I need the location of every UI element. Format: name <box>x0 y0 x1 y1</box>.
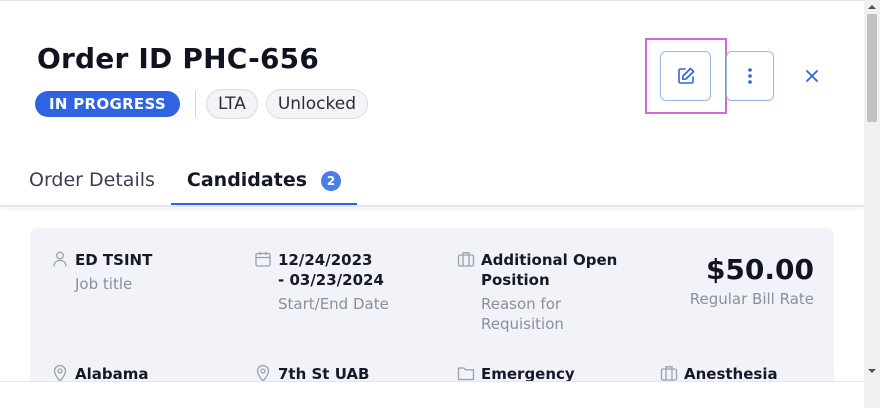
location-pin-icon <box>53 364 67 382</box>
edit-button[interactable] <box>660 51 711 101</box>
close-button[interactable] <box>797 61 827 91</box>
date-range-label: Start/End Date <box>278 295 389 313</box>
person-icon <box>53 251 67 267</box>
lock-status-chip: Unlocked <box>265 89 369 119</box>
job-title-field: ED TSINT Job title <box>51 250 231 296</box>
location-pin-icon <box>256 364 270 382</box>
status-badges: IN PROGRESS LTA Unlocked <box>35 89 376 119</box>
footer-area <box>0 381 864 408</box>
calendar-icon <box>255 251 271 267</box>
job-title-label: Job title <box>75 275 133 293</box>
scroll-up-arrow-icon[interactable] <box>864 0 880 14</box>
tab-divider <box>0 205 864 207</box>
reason-field: Additional Open Position Reason for Requ… <box>457 250 657 336</box>
folder-icon <box>457 367 475 381</box>
briefcase-icon <box>457 252 475 267</box>
start-end-date-field: 12/24/2023 - 03/23/2024 Start/End Date <box>254 250 444 316</box>
reason-value-line2: Position <box>481 271 550 289</box>
contract-type-chip: LTA <box>206 89 258 119</box>
building-icon <box>660 366 678 381</box>
tab-bar: Order Details Candidates 2 <box>0 158 358 206</box>
scrollbar-thumb[interactable] <box>867 14 877 122</box>
status-badge: IN PROGRESS <box>35 91 180 117</box>
order-header: Order ID PHC-656 IN PROGRESS LTA Unlocke… <box>0 0 864 207</box>
order-details-card: ED TSINT Job title 12/24/2023 - 03/23/20… <box>30 228 834 398</box>
page-title: Order ID PHC-656 <box>37 42 320 75</box>
candidates-count-badge: 2 <box>321 171 342 191</box>
more-options-button[interactable] <box>726 51 774 101</box>
reason-value-line1: Additional Open <box>481 251 618 269</box>
edit-icon <box>677 67 694 84</box>
tab-label: Candidates <box>186 169 308 191</box>
tab-order-details[interactable]: Order Details <box>29 158 155 206</box>
top-border <box>0 0 864 1</box>
reason-label-line2: Requisition <box>481 315 564 333</box>
date-range-start: 12/24/2023 <box>278 251 373 269</box>
close-icon <box>806 70 818 82</box>
bill-rate: $50.00 Regular Bill Rate <box>690 252 814 308</box>
vertical-scrollbar[interactable] <box>864 0 880 408</box>
date-range-end: - 03/23/2024 <box>278 271 384 289</box>
reason-label-line1: Reason for <box>481 295 562 313</box>
more-vertical-icon <box>748 68 752 84</box>
bill-rate-amount: $50.00 <box>705 253 814 286</box>
tab-label: Order Details <box>29 169 155 191</box>
job-title-value: ED TSINT <box>75 251 153 269</box>
badge-divider <box>195 91 196 117</box>
tab-candidates[interactable]: Candidates 2 <box>170 158 358 206</box>
bill-rate-label: Regular Bill Rate <box>689 290 814 308</box>
scroll-down-arrow-icon[interactable] <box>864 364 880 378</box>
